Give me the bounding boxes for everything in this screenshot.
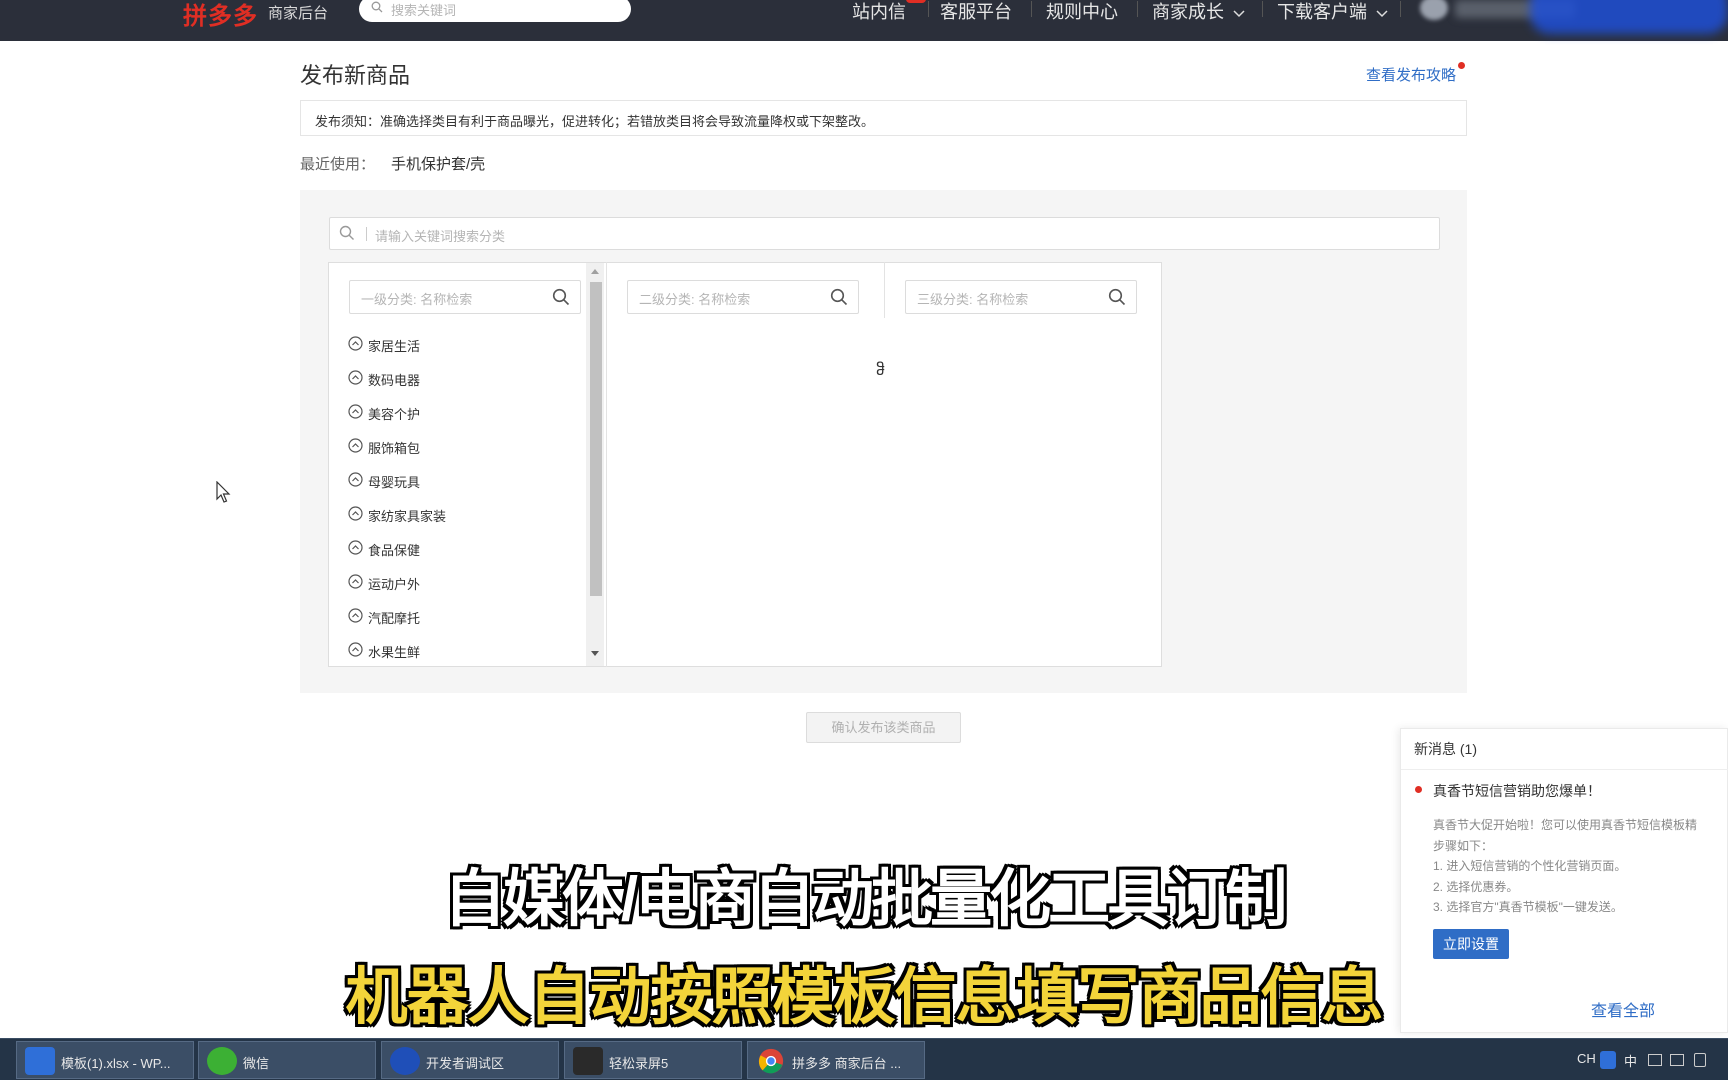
- taskbar-label: 轻松录屏5: [609, 1056, 669, 1071]
- publish-notice: 发布须知：准确选择类目有利于商品曝光，促进转化；若错放类目将会导致流量降权或下架…: [300, 100, 1467, 136]
- user-avatar[interactable]: [1420, 0, 1448, 20]
- publish-guide-link[interactable]: 查看发布攻略: [1366, 64, 1456, 85]
- category-label: 汽配摩托: [368, 611, 421, 626]
- level1-placeholder: 一级分类: 名称检索: [361, 292, 473, 307]
- ub-icon: [390, 1047, 420, 1075]
- text-cursor: ჵ: [876, 362, 885, 379]
- unread-badge: [906, 0, 926, 3]
- level2-category-search[interactable]: 二级分类: 名称检索: [627, 280, 859, 314]
- level2-placeholder: 二级分类: 名称检索: [639, 292, 751, 307]
- category-label: 水果生鲜: [368, 645, 421, 660]
- recent-used-label: 最近使用：: [300, 156, 376, 173]
- column-divider: [884, 262, 885, 318]
- expand-circle-icon: [348, 472, 363, 487]
- taskbar-item-dev-debug[interactable]: 开发者调试区: [381, 1041, 559, 1079]
- wechat-icon: [207, 1047, 237, 1075]
- message-title[interactable]: 真香节短信营销助您爆单！: [1433, 781, 1601, 801]
- category-label: 母婴玩具: [368, 475, 421, 490]
- search-icon: [371, 1, 383, 13]
- search-icon: [830, 288, 848, 306]
- category-label: 美容个护: [368, 407, 421, 422]
- subtitle-line-1: 自媒体/电商自动批量化工具订制: [443, 865, 1287, 934]
- unread-dot: [1415, 786, 1422, 793]
- guide-notification-dot: [1458, 62, 1465, 69]
- taskbar-label: 微信: [243, 1056, 270, 1071]
- expand-circle-icon: [348, 540, 363, 555]
- taskbar-label: 开发者调试区: [426, 1056, 505, 1071]
- nav-divider: [1262, 1, 1263, 17]
- expand-circle-icon: [348, 608, 363, 623]
- scroll-up-arrow-icon[interactable]: [591, 269, 599, 274]
- taskbar-label: 模板(1).xlsx - WP...: [61, 1056, 171, 1071]
- category-search-input[interactable]: 请输入关键词搜索分类: [329, 217, 1440, 250]
- tray-q-icon[interactable]: [1600, 1051, 1616, 1069]
- nav-divider: [1031, 1, 1032, 17]
- category-label: 数码电器: [368, 373, 421, 388]
- page-title: 发布新商品: [300, 63, 411, 88]
- category-search-placeholder: 请输入关键词搜索分类: [375, 229, 506, 244]
- tray-language[interactable]: CH: [1577, 1051, 1596, 1066]
- category-label: 食品保健: [368, 543, 421, 558]
- expand-circle-icon: [348, 574, 363, 589]
- message-line: 真香节大促开始啦！您可以使用真香节短信模板精: [1433, 818, 1698, 832]
- tray-window-icon[interactable]: [1648, 1054, 1662, 1066]
- chevron-down-icon: [1376, 10, 1388, 18]
- expand-circle-icon: [348, 404, 363, 419]
- logo-subtitle: 商家后台: [268, 5, 329, 22]
- taskbar-label: 拼多多 商家后台 ...: [792, 1056, 902, 1071]
- taskbar-item-wps[interactable]: 模板(1).xlsx - WP...: [16, 1041, 194, 1079]
- nav-divider: [928, 1, 929, 17]
- subtitle-line-2: 机器人自动按照模板信息填写商品信息: [345, 963, 1383, 1032]
- chevron-down-icon: [1233, 10, 1245, 18]
- nav-divider: [1137, 1, 1138, 17]
- nav-label: 商家成长: [1152, 2, 1224, 22]
- level3-placeholder: 三级分类: 名称检索: [917, 292, 1029, 307]
- chrome-icon: [758, 1048, 784, 1074]
- header-search-input[interactable]: 搜索关键词: [359, 0, 631, 22]
- nav-item-merchant-growth[interactable]: 商家成长: [1152, 0, 1245, 24]
- header-search-placeholder: 搜索关键词: [391, 3, 457, 18]
- level3-category-search[interactable]: 三级分类: 名称检索: [905, 280, 1137, 314]
- recorder-icon: [573, 1047, 603, 1075]
- tray-input-method[interactable]: 中: [1624, 1051, 1637, 1070]
- expand-circle-icon: [348, 438, 363, 453]
- recent-category-link[interactable]: 手机保护套/壳: [391, 153, 485, 174]
- scrollbar-thumb[interactable]: [590, 282, 602, 596]
- expand-circle-icon: [348, 642, 363, 657]
- nav-item-customer-service[interactable]: 客服平台: [940, 0, 1012, 24]
- taskbar-item-screen-recorder[interactable]: 轻松录屏5: [564, 1041, 742, 1079]
- category-label: 运动户外: [368, 577, 421, 592]
- search-icon: [552, 288, 570, 306]
- blurred-brand-logo: [1530, 0, 1728, 34]
- category-columns: [328, 262, 1162, 667]
- popup-divider: [1401, 769, 1728, 770]
- top-navigation-bar: 拼多多 商家后台 搜索关键词 站内信 客服平台 规则中心 商家成长 下载客户端: [0, 0, 1728, 41]
- popup-header: 新消息 (1): [1414, 741, 1477, 757]
- level1-category-search[interactable]: 一级分类: 名称检索: [349, 280, 581, 314]
- category-label: 服饰箱包: [368, 441, 421, 456]
- taskbar-item-chrome[interactable]: 拼多多 商家后台 ...: [747, 1041, 925, 1079]
- pinduoduo-logo[interactable]: 拼多多: [183, 0, 258, 31]
- nav-label: 下载客户端: [1277, 2, 1367, 22]
- mouse-pointer-icon: [216, 481, 231, 503]
- wps-icon: [25, 1047, 55, 1075]
- category-label: 家居生活: [368, 339, 421, 354]
- tray-share-icon[interactable]: [1670, 1054, 1684, 1066]
- scroll-down-arrow-icon[interactable]: [591, 651, 599, 656]
- search-icon: [1108, 288, 1126, 306]
- nav-divider: [1400, 1, 1401, 17]
- nav-item-download-client[interactable]: 下载客户端: [1277, 0, 1388, 24]
- nav-item-messages[interactable]: 站内信: [852, 0, 906, 24]
- nav-item-rules-center[interactable]: 规则中心: [1046, 0, 1118, 24]
- tray-notification-icon[interactable]: [1694, 1053, 1706, 1067]
- column-divider: [606, 262, 607, 667]
- confirm-publish-button[interactable]: 确认发布该类商品: [806, 712, 961, 743]
- expand-circle-icon: [348, 370, 363, 385]
- search-icon: [339, 225, 354, 240]
- input-divider: [366, 227, 367, 241]
- expand-circle-icon: [348, 336, 363, 351]
- taskbar-item-wechat[interactable]: 微信: [198, 1041, 376, 1079]
- expand-circle-icon: [348, 506, 363, 521]
- category-label: 家纺家具家装: [368, 509, 447, 524]
